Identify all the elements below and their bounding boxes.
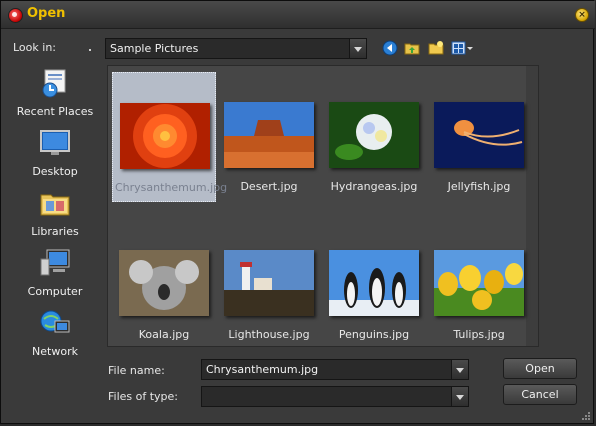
file-name-value: Chrysanthemum.jpg [206, 363, 319, 376]
open-button[interactable]: Open [503, 358, 577, 379]
file-name: Penguins.jpg [338, 328, 410, 341]
file-item-desert[interactable]: Desert.jpg [217, 72, 321, 202]
place-network[interactable]: Network [9, 305, 101, 361]
place-label: Libraries [31, 225, 79, 238]
libraries-icon [40, 194, 70, 216]
open-dialog: Open × Look in: Sample Pictures Recent P… [0, 0, 595, 424]
up-folder-icon[interactable] [404, 40, 420, 56]
file-item-chrysanthemum[interactable]: Chrysanthemum.jpg [112, 72, 228, 202]
file-name: Chrysanthemum.jpg [115, 181, 228, 194]
resize-grip-icon[interactable] [580, 410, 590, 420]
place-desktop[interactable]: Desktop [9, 125, 101, 181]
file-name: Tulips.jpg [453, 328, 505, 341]
look-in-value: Sample Pictures [110, 42, 199, 55]
file-name: Jellyfish.jpg [447, 180, 511, 193]
separator-dot [89, 49, 91, 51]
tulips-thumbnail [434, 250, 524, 316]
lighthouse-thumbnail [224, 250, 314, 316]
cancel-button[interactable]: Cancel [503, 384, 577, 405]
computer-icon [40, 249, 70, 276]
file-item-tulips[interactable]: Tulips.jpg [427, 220, 531, 350]
file-name: Lighthouse.jpg [228, 328, 310, 341]
jellyfish-thumbnail [434, 102, 524, 168]
hydrangeas-thumbnail [329, 102, 419, 168]
network-icon [40, 310, 70, 333]
file-item-penguins[interactable]: Penguins.jpg [322, 220, 426, 350]
place-recent-places[interactable]: Recent Places [9, 65, 101, 121]
place-label: Desktop [32, 165, 78, 178]
file-type-select[interactable] [201, 386, 469, 407]
view-menu-icon[interactable] [451, 40, 475, 56]
koala-thumbnail [119, 250, 209, 316]
file-name-input[interactable]: Chrysanthemum.jpg [201, 359, 469, 380]
desert-thumbnail [224, 102, 314, 168]
file-item-lighthouse[interactable]: Lighthouse.jpg [217, 220, 321, 350]
place-libraries[interactable]: Libraries [9, 185, 101, 241]
look-in-label: Look in: [13, 41, 56, 54]
file-name: Desert.jpg [240, 180, 298, 193]
desktop-icon [40, 130, 70, 155]
file-name: Hydrangeas.jpg [330, 180, 418, 193]
file-name-label: File name: [108, 364, 165, 377]
chevron-down-icon[interactable] [349, 39, 366, 58]
file-list-view[interactable]: Chrysanthemum.jpg Desert.jpg Hydrangeas.… [107, 65, 539, 347]
place-label: Recent Places [16, 105, 94, 118]
close-button[interactable]: × [575, 8, 589, 22]
chevron-down-icon[interactable] [451, 387, 468, 406]
file-item-hydrangeas[interactable]: Hydrangeas.jpg [322, 72, 426, 202]
file-name: Koala.jpg [138, 328, 190, 341]
places-bar: Recent Places Desktop Libraries Computer… [9, 65, 101, 365]
place-computer[interactable]: Computer [9, 245, 101, 301]
place-label: Network [32, 345, 78, 358]
recent-places-icon [42, 69, 66, 98]
chrysanthemum-thumbnail [120, 103, 210, 169]
place-label: Computer [27, 285, 83, 298]
look-in-combo[interactable]: Sample Pictures [105, 38, 367, 59]
penguins-thumbnail [329, 250, 419, 316]
file-item-koala[interactable]: Koala.jpg [112, 220, 216, 350]
app-icon [8, 8, 23, 23]
dialog-title: Open [27, 6, 66, 21]
chevron-down-icon[interactable] [451, 360, 468, 379]
file-item-jellyfish[interactable]: Jellyfish.jpg [427, 72, 531, 202]
new-folder-icon[interactable] [428, 40, 444, 56]
back-icon[interactable] [382, 40, 398, 56]
file-type-label: Files of type: [108, 390, 179, 403]
title-bar[interactable]: Open × [1, 1, 595, 29]
